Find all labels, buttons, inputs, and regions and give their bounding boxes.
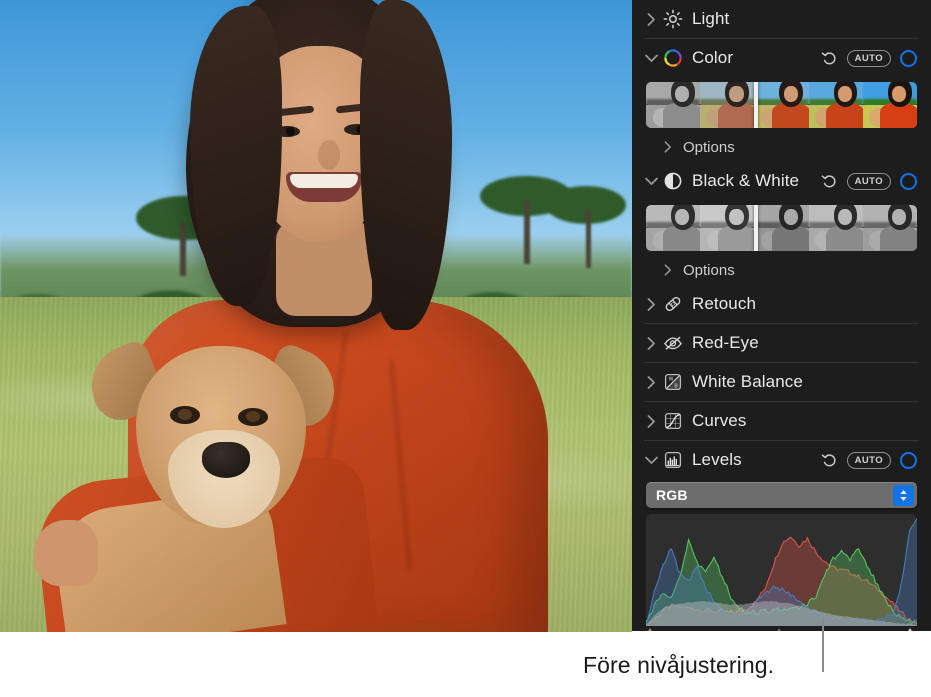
color-options-row[interactable]: Options [632,132,931,162]
preset-thumbnail[interactable] [754,82,809,128]
section-header-curves[interactable]: Curves [632,402,931,440]
levels-slider-track[interactable] [646,626,917,631]
chevron-right-icon[interactable] [642,336,660,350]
section-header-black-and-white[interactable]: Black & White AUTO [632,162,931,200]
photo-subject-hand [34,520,98,586]
section-header-red-eye[interactable]: Red-Eye [632,324,931,362]
section-header-color[interactable]: Color AUTO [632,39,931,77]
midtone-handle[interactable] [772,628,786,631]
section-label-red-eye: Red-Eye [692,333,759,352]
section-header-levels[interactable]: Levels AUTO [632,441,931,479]
color-presets-strip-wrap [632,77,931,132]
photo-subject-smile [286,172,362,202]
photo-preview[interactable] [0,0,632,632]
caption-text: Före nivåjustering. [583,652,775,678]
photo-tree-trunk [524,200,530,264]
levels-histogram[interactable] [646,514,917,626]
black-point-handle[interactable] [643,628,657,631]
chevron-right-icon[interactable] [642,297,660,311]
channel-popup-wrap: RGB [632,479,931,514]
section-label-color: Color [692,48,734,67]
section-label-curves: Curves [692,411,747,430]
caption-area [0,632,931,697]
color-options-label: Options [683,138,735,156]
auto-button[interactable]: AUTO [846,49,891,67]
white-balance-icon: W B [660,372,686,392]
photo-dog-eye [170,406,200,424]
preset-thumbnail[interactable] [862,205,917,251]
white-point-handle[interactable] [903,628,917,631]
section-header-light[interactable]: Light [632,0,931,38]
bw-options-row[interactable]: Options [632,255,931,285]
photo-dog-eye [238,408,268,426]
sun-icon [660,9,686,29]
section-label-black-and-white: Black & White [692,171,800,190]
photo-dog-nose [202,442,250,478]
levels-histogram-wrap [632,514,931,626]
preset-thumbnail[interactable] [700,205,755,251]
preset-selection-marker[interactable] [754,205,759,251]
auto-button[interactable]: AUTO [846,451,891,469]
section-controls-levels: AUTO [821,451,917,469]
chevron-right-icon[interactable] [660,264,676,276]
channel-select[interactable]: RGB [646,482,917,508]
adjustments-panel: Light Color AUTO Options Black & White A… [632,0,931,631]
chevron-down-icon[interactable] [642,177,660,186]
svg-text:W: W [669,376,674,382]
toggle-on-off-black-and-white[interactable] [900,172,917,190]
chevron-right-icon[interactable] [660,141,676,153]
preset-thumbnail[interactable] [808,205,863,251]
section-header-retouch[interactable]: Retouch [632,285,931,323]
photo-tree-trunk [180,222,186,276]
section-controls-black-and-white: AUTO [821,172,917,190]
bandage-icon [660,294,686,314]
photo-tree-trunk [586,210,591,268]
chevron-right-icon[interactable] [642,375,660,389]
eye-slash-icon [660,333,686,353]
contrast-circle-icon [660,171,686,191]
photo-subject-nose [318,140,340,170]
callout-line [822,617,824,672]
chevron-right-icon[interactable] [642,414,660,428]
auto-button[interactable]: AUTO [846,172,891,190]
revert-icon[interactable] [821,452,838,469]
curves-icon [660,411,686,431]
section-label-light: Light [692,9,730,28]
revert-icon[interactable] [821,50,838,67]
chevron-right-icon[interactable] [642,12,660,26]
bw-presets-strip[interactable] [646,205,917,251]
chevron-down-icon[interactable] [642,54,660,63]
channel-select-value: RGB [656,487,688,503]
stepper-chevrons-icon[interactable] [893,484,914,506]
section-label-white-balance: White Balance [692,372,803,391]
revert-icon[interactable] [821,173,838,190]
histogram-svg [646,514,917,626]
section-label-levels: Levels [692,450,742,469]
preset-thumbnail[interactable] [808,82,863,128]
bw-presets-strip-wrap [632,200,931,255]
color-wheel-icon [660,48,686,68]
section-header-white-balance[interactable]: W B White Balance [632,363,931,401]
toggle-on-off-levels[interactable] [900,451,917,469]
preset-selection-marker[interactable] [754,82,759,128]
levels-icon [660,450,686,470]
preset-thumbnail[interactable] [646,205,701,251]
preset-thumbnail[interactable] [700,82,755,128]
section-controls-color: AUTO [821,49,917,67]
preset-thumbnail[interactable] [646,82,701,128]
preset-thumbnail[interactable] [754,205,809,251]
bw-options-label: Options [683,261,735,279]
color-presets-strip[interactable] [646,82,917,128]
screenshot-root: Light Color AUTO Options Black & White A… [0,0,931,697]
chevron-down-icon[interactable] [642,456,660,465]
preset-thumbnail[interactable] [862,82,917,128]
toggle-on-off-color[interactable] [900,49,917,67]
section-label-retouch: Retouch [692,294,757,313]
